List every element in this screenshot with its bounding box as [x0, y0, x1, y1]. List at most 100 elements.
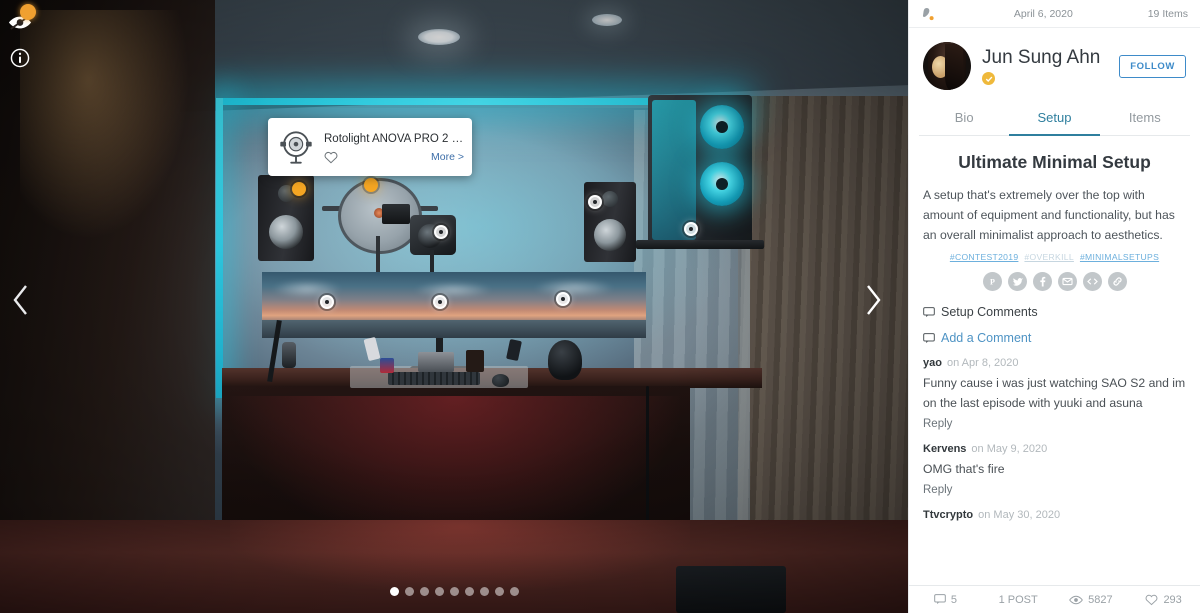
photo-viewer[interactable]: Rotolight ANOVA PRO 2 Bi-Co... More > [0, 0, 908, 613]
posts-count-value: 1 POST [998, 593, 1038, 606]
verified-check-icon [982, 72, 995, 85]
comment-meta: Ttvcrypto on May 30, 2020 [923, 509, 1186, 521]
product-more-link[interactable]: More > [431, 151, 464, 163]
setup-title: Ultimate Minimal Setup [958, 152, 1151, 172]
views-count-value: 5827 [1088, 593, 1113, 606]
views-count[interactable]: 5827 [1055, 594, 1128, 606]
carousel-dot[interactable] [404, 587, 414, 596]
detail-sidebar: April 6, 2020 19 Items Jun Sung Ahn FOLL… [908, 0, 1200, 613]
carousel-dot[interactable] [509, 587, 519, 596]
comment-meta: Kervens on May 9, 2020 [923, 443, 1186, 455]
posts-count[interactable]: 1 POST [982, 594, 1055, 606]
avatar[interactable] [923, 42, 971, 90]
svg-text:P: P [990, 277, 995, 286]
embed-code-icon[interactable] [1082, 272, 1102, 291]
desk-mug [380, 358, 394, 373]
heart-outline-icon[interactable] [324, 151, 338, 164]
pc-fan-hub [716, 121, 728, 133]
comments-count-value: 5 [950, 593, 957, 606]
comment-item: Ttvcrypto on May 30, 2020 [923, 509, 1186, 521]
photo-hotspot[interactable] [556, 292, 570, 306]
comment-author[interactable]: Ttvcrypto [923, 509, 973, 521]
photo-overlay-tools [6, 4, 40, 80]
next-photo-button[interactable] [856, 278, 890, 322]
carousel-dot[interactable] [434, 587, 444, 596]
carousel-dot[interactable] [389, 587, 399, 596]
photo-hotspot[interactable] [292, 182, 306, 196]
photo-hotspot[interactable] [364, 178, 378, 192]
hashtag-list[interactable]: #CONTEST2019 #OVERKILL #MINIMALSETUPS [923, 252, 1186, 262]
hashtag-link[interactable]: #OVERKILL [1024, 252, 1074, 262]
profile-header: Jun Sung Ahn FOLLOW [909, 28, 1200, 98]
comment-meta: yao on Apr 8, 2020 [923, 357, 1186, 369]
product-info: Rotolight ANOVA PRO 2 Bi-Co... More > [324, 131, 464, 164]
carousel-pagination[interactable] [0, 587, 908, 596]
pen-holder [466, 350, 484, 372]
ceiling-downlight [592, 14, 622, 26]
pinterest-icon[interactable]: P [982, 272, 1002, 291]
comments-count[interactable]: 5 [909, 594, 982, 606]
views-visibility-icon[interactable] [6, 4, 36, 36]
sidebar-tabs[interactable]: Bio Setup Items [919, 102, 1190, 136]
keyboard [388, 372, 480, 385]
brand-logo-mark[interactable] [921, 6, 939, 22]
carousel-dot[interactable] [464, 587, 474, 596]
photo-hotspot[interactable] [434, 225, 448, 239]
follow-button[interactable]: FOLLOW [1119, 54, 1186, 78]
product-tag-card[interactable]: Rotolight ANOVA PRO 2 Bi-Co... More > [268, 118, 472, 176]
comment-author[interactable]: yao [923, 357, 942, 369]
hashtag-link[interactable]: #CONTEST2019 [950, 252, 1019, 262]
pc-fan-hub [716, 178, 728, 190]
setup-detail-page: Rotolight ANOVA PRO 2 Bi-Co... More > [0, 0, 1200, 613]
share-buttons[interactable]: P [923, 272, 1186, 291]
setup-description: A setup that's extremely over the top wi… [923, 188, 1175, 242]
sidebar-content: Ultimate Minimal Setup A setup that's ex… [909, 136, 1200, 585]
reply-button[interactable]: Reply [923, 484, 1186, 496]
sidebar-statusbar[interactable]: 5 1 POST 5827 293 [909, 585, 1200, 613]
add-comment-button[interactable]: Add a Comment [923, 331, 1186, 345]
comment-date: on May 9, 2020 [971, 443, 1048, 455]
facebook-icon[interactable] [1032, 272, 1052, 291]
carousel-dot[interactable] [494, 587, 504, 596]
photo-hotspot[interactable] [320, 295, 334, 309]
wallpaper-sea [262, 319, 398, 338]
photo-date: April 6, 2020 [1013, 7, 1073, 20]
reply-button[interactable]: Reply [923, 418, 1186, 430]
avatar-hair-strand [945, 44, 963, 90]
comments-header-label: Setup Comments [941, 305, 1038, 319]
previous-photo-button[interactable] [4, 278, 38, 322]
comment-date: on May 30, 2020 [978, 509, 1061, 521]
carousel-dot[interactable] [449, 587, 459, 596]
email-icon[interactable] [1057, 272, 1077, 291]
product-title: Rotolight ANOVA PRO 2 Bi-Co... [324, 132, 464, 145]
comment-bubble-icon [923, 332, 935, 343]
carousel-dot[interactable] [419, 587, 429, 596]
tab-items[interactable]: Items [1100, 102, 1190, 136]
twitter-icon[interactable] [1007, 272, 1027, 291]
comment-list: yao on Apr 8, 2020 Funny cause i was just … [923, 357, 1186, 521]
monitor-center [398, 272, 522, 338]
cable [646, 386, 649, 536]
wallpaper-cloud [414, 282, 492, 298]
studio-light-icon [276, 127, 316, 167]
likes-count[interactable]: 293 [1127, 594, 1200, 606]
speaker-tweeter [602, 191, 618, 207]
photo-hotspot[interactable] [588, 195, 602, 209]
wall-shelf [636, 240, 764, 249]
copy-link-icon[interactable] [1107, 272, 1127, 291]
info-icon[interactable] [6, 44, 34, 72]
carousel-dot[interactable] [479, 587, 489, 596]
ceiling-downlight [418, 29, 460, 45]
headphones [548, 340, 582, 380]
hashtag-link[interactable]: #MINIMALSETUPS [1080, 252, 1159, 262]
photo-hotspot[interactable] [433, 295, 447, 309]
desk-radio [418, 352, 454, 372]
add-comment-label[interactable]: Add a Comment [941, 331, 1031, 345]
comment-author[interactable]: Kervens [923, 443, 966, 455]
microphone [282, 342, 296, 368]
tab-setup[interactable]: Setup [1009, 102, 1100, 136]
wallpaper-cloud [534, 279, 614, 297]
photo-hotspot[interactable] [684, 222, 698, 236]
profile-name-block: Jun Sung Ahn [982, 47, 1108, 85]
tab-bio[interactable]: Bio [919, 102, 1009, 136]
